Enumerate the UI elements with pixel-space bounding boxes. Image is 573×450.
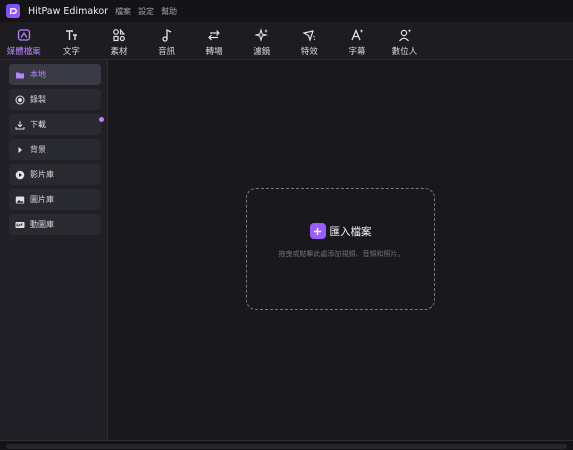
tab-label: 濾鏡	[253, 47, 271, 57]
tab-label: 特效	[300, 47, 318, 57]
title-bar: HitPaw Edimakor 檔案 設定 幫助	[0, 0, 573, 22]
sidebar-item-label: 背景	[30, 145, 46, 154]
subtitle-ai-icon	[351, 28, 364, 41]
tab-label: 轉場	[205, 47, 223, 57]
music-note-icon	[161, 28, 171, 42]
app-title: HitPaw Edimakor	[28, 5, 109, 17]
sidebar-item-record[interactable]: 錄製	[9, 89, 101, 110]
menu-file[interactable]: 檔案	[115, 6, 131, 17]
sidebar-item-label: 影片庫	[30, 170, 54, 179]
download-icon	[15, 120, 25, 130]
media-panel: 匯入檔案 拖曳或點擊此處添加視頻、音頻和照片。	[109, 60, 573, 440]
sidebar-item-gif-library[interactable]: 動圖庫	[9, 214, 101, 235]
app-logo-icon	[6, 4, 20, 18]
folder-icon	[15, 70, 25, 80]
menu-settings[interactable]: 設定	[138, 6, 154, 17]
tab-subtitles[interactable]: 字幕	[333, 22, 381, 60]
sidebar-item-local[interactable]: 本地	[9, 64, 101, 85]
image-library-icon	[15, 195, 25, 205]
tab-text[interactable]: 文字	[48, 22, 96, 60]
sidebar-item-label: 圖片庫	[30, 195, 54, 204]
sidebar-item-label: 動圖庫	[30, 220, 54, 229]
record-icon	[15, 95, 25, 105]
sidebar-item-label: 錄製	[30, 95, 46, 104]
media-sidebar: 本地 錄製 下載 背景 影片庫 圖片庫 動圖庫	[0, 60, 108, 440]
tab-audio[interactable]: 音訊	[143, 22, 191, 60]
import-button[interactable]: 匯入檔案	[247, 223, 434, 239]
tab-label: 數位人	[391, 47, 418, 57]
import-dropzone[interactable]: 匯入檔案 拖曳或點擊此處添加視頻、音頻和照片。	[246, 188, 435, 310]
effects-icon	[302, 30, 316, 42]
tab-elements[interactable]: 素材	[95, 22, 143, 60]
caret-right-icon	[15, 145, 25, 155]
elements-icon	[113, 28, 126, 42]
plus-icon	[309, 223, 326, 239]
sidebar-item-download[interactable]: 下載	[9, 114, 104, 135]
tab-effects[interactable]: 特效	[286, 22, 334, 60]
menu-help[interactable]: 幫助	[161, 6, 177, 17]
sidebar-item-label: 下載	[30, 120, 46, 129]
sidebar-item-background[interactable]: 背景	[9, 139, 101, 160]
tab-label: 音訊	[158, 47, 176, 57]
sidebar-item-image-library[interactable]: 圖片庫	[9, 189, 101, 210]
tab-digital-human[interactable]: 數位人	[381, 22, 429, 60]
resize-handle[interactable]	[6, 444, 567, 449]
sidebar-item-label: 本地	[30, 70, 46, 79]
tab-label: 媒體檔案	[6, 47, 41, 57]
tab-filters[interactable]: 濾鏡	[238, 22, 286, 60]
transition-arrows-icon	[208, 30, 221, 41]
media-files-icon	[17, 29, 30, 41]
main-toolbar: 媒體檔案 文字 素材 音訊 轉場 濾鏡 特效 字幕 數位人	[0, 22, 573, 60]
tab-media-files[interactable]: 媒體檔案	[0, 22, 48, 60]
sparkle-filter-icon	[254, 28, 268, 42]
digital-human-icon	[398, 29, 411, 42]
tab-label: 文字	[62, 47, 80, 57]
dropzone-hint: 拖曳或點擊此處添加視頻、音頻和照片。	[278, 250, 405, 258]
video-library-icon	[15, 170, 25, 180]
import-label: 匯入檔案	[329, 225, 372, 238]
tab-label: 字幕	[348, 47, 366, 57]
tab-transitions[interactable]: 轉場	[190, 22, 238, 60]
gif-icon	[15, 220, 25, 230]
tab-label: 素材	[110, 47, 128, 57]
bottom-resize-bar	[0, 440, 573, 450]
text-icon	[66, 30, 78, 40]
notification-dot	[99, 117, 104, 122]
sidebar-item-video-library[interactable]: 影片庫	[9, 164, 101, 185]
